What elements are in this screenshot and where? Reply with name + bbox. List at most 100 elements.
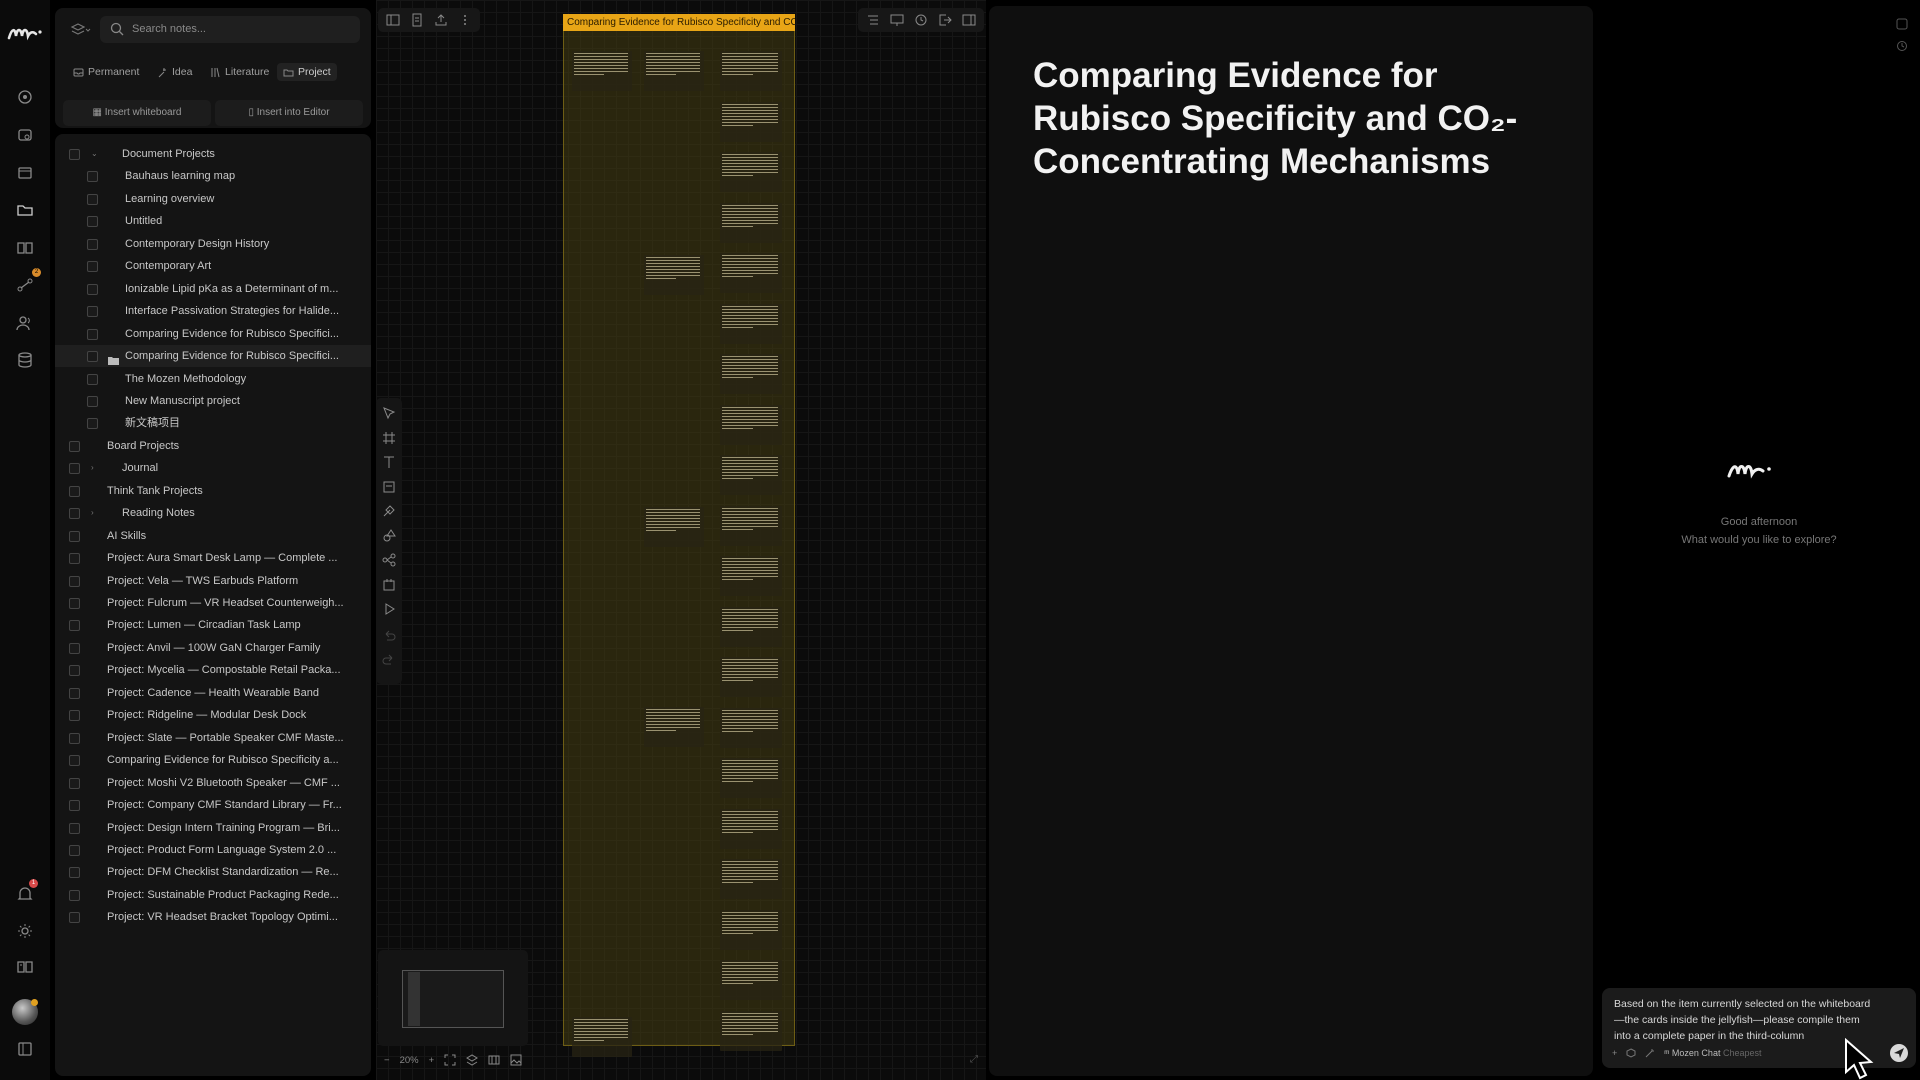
model-selector[interactable]: ᵐ Mozen Chat Cheapest: [1664, 1048, 1761, 1058]
redo-icon[interactable]: [382, 653, 396, 667]
history-icon[interactable]: [1896, 40, 1908, 52]
row-checkbox[interactable]: [69, 620, 80, 632]
whiteboard-card[interactable]: [720, 101, 782, 142]
frame-title[interactable]: Comparing Evidence for Rubisco Specifici…: [563, 14, 795, 31]
row-checkbox[interactable]: [69, 665, 80, 677]
mozen-logo-icon[interactable]: [6, 22, 46, 44]
tree-row[interactable]: Project: Cadence — Health Wearable Band: [55, 682, 371, 704]
row-checkbox[interactable]: [87, 171, 98, 183]
whiteboard-card[interactable]: [720, 606, 782, 647]
row-checkbox[interactable]: [87, 328, 98, 340]
row-checkbox[interactable]: [69, 508, 80, 520]
present-icon[interactable]: [890, 13, 904, 27]
ai-tool-icon[interactable]: [382, 504, 396, 518]
send-button[interactable]: [1890, 1044, 1908, 1062]
whiteboard-card[interactable]: [720, 556, 782, 596]
insert-editor-button[interactable]: ▯ Insert into Editor: [215, 100, 363, 126]
tree-row[interactable]: › Reading Notes: [55, 502, 371, 524]
tree-row[interactable]: Project: Mycelia — Compostable Retail Pa…: [55, 659, 371, 681]
row-checkbox[interactable]: [69, 867, 80, 879]
tree-row[interactable]: AI Skills: [55, 525, 371, 547]
workflow-icon[interactable]: [16, 276, 34, 294]
row-checkbox[interactable]: [87, 261, 98, 273]
row-checkbox[interactable]: [69, 553, 80, 565]
zoom-level[interactable]: 20%: [400, 1055, 419, 1066]
zoom-in-icon[interactable]: +: [429, 1055, 435, 1066]
tab-permanent[interactable]: Permanent: [67, 63, 145, 81]
tree-row[interactable]: Project: Lumen — Circadian Task Lamp: [55, 614, 371, 636]
expand-icon[interactable]: ⤢: [970, 1054, 978, 1065]
more-icon[interactable]: [458, 13, 472, 27]
database-icon[interactable]: [16, 351, 34, 369]
users-icon[interactable]: [16, 314, 34, 332]
tree-row[interactable]: Bauhaus learning map: [55, 165, 371, 187]
tree-row[interactable]: Project: Company CMF Standard Library — …: [55, 794, 371, 816]
row-checkbox[interactable]: [87, 351, 98, 363]
row-checkbox[interactable]: [87, 418, 98, 430]
insert-whiteboard-button[interactable]: ▦ Insert whiteboard: [63, 100, 211, 126]
whiteboard-card[interactable]: [644, 51, 704, 91]
row-checkbox[interactable]: [69, 912, 80, 924]
text-icon[interactable]: [382, 455, 396, 469]
whiteboard-card[interactable]: [644, 255, 704, 295]
undo-icon[interactable]: [382, 629, 396, 643]
note-icon[interactable]: [382, 480, 396, 494]
row-checkbox[interactable]: [69, 598, 80, 609]
cube-icon[interactable]: [1626, 1048, 1636, 1058]
whiteboard-card[interactable]: [720, 758, 782, 798]
play-icon[interactable]: [382, 602, 396, 616]
tree-row[interactable]: Project: VR Headset Bracket Topology Opt…: [55, 906, 371, 928]
chevron-down-icon[interactable]: ⌄: [91, 143, 98, 165]
whiteboard-card[interactable]: [572, 51, 632, 91]
add-icon[interactable]: +: [1612, 1048, 1617, 1058]
row-checkbox[interactable]: [87, 193, 98, 205]
vault-switcher-icon[interactable]: [69, 21, 91, 39]
whiteboard-card[interactable]: [720, 657, 782, 697]
chevron-right-icon[interactable]: ›: [91, 502, 94, 524]
tree-row[interactable]: Project: Design Intern Training Program …: [55, 817, 371, 839]
whiteboard-card[interactable]: [720, 707, 782, 748]
tree-row[interactable]: Ionizable Lipid pKa as a Determinant of …: [55, 278, 371, 300]
row-checkbox[interactable]: [69, 844, 80, 856]
row-checkbox[interactable]: [69, 777, 80, 789]
row-checkbox[interactable]: [69, 755, 80, 767]
whiteboard-card[interactable]: [720, 404, 782, 445]
row-checkbox[interactable]: [69, 800, 80, 812]
row-checkbox[interactable]: [69, 440, 80, 452]
whiteboard-card[interactable]: [720, 303, 782, 344]
tree-row[interactable]: › Journal: [55, 457, 371, 479]
row-checkbox[interactable]: [87, 395, 98, 407]
row-checkbox[interactable]: [69, 732, 80, 744]
tree-row[interactable]: Contemporary Design History: [55, 233, 371, 255]
connector-icon[interactable]: [382, 553, 396, 567]
whiteboard-card[interactable]: [720, 859, 782, 899]
whiteboard-card[interactable]: [720, 960, 782, 1000]
shapes-icon[interactable]: [382, 528, 396, 543]
tab-idea[interactable]: Idea: [151, 63, 198, 81]
row-checkbox[interactable]: [69, 463, 80, 475]
row-checkbox[interactable]: [69, 687, 80, 699]
radar-icon[interactable]: [16, 88, 34, 106]
row-checkbox[interactable]: [87, 283, 98, 295]
row-checkbox[interactable]: [87, 306, 98, 318]
layers-icon[interactable]: [16, 126, 34, 144]
image-icon[interactable]: [510, 1054, 522, 1066]
tree-row[interactable]: Comparing Evidence for Rubisco Specifici…: [55, 323, 371, 345]
jellyfish-frame[interactable]: [563, 26, 795, 1057]
tree-row[interactable]: Project: Slate — Portable Speaker CMF Ma…: [55, 727, 371, 749]
fit-view-icon[interactable]: [444, 1054, 456, 1066]
minimap[interactable]: [378, 950, 528, 1046]
tree-row[interactable]: 新文稿项目: [55, 412, 371, 434]
page-icon[interactable]: [410, 13, 424, 27]
select-icon[interactable]: [382, 406, 396, 420]
sun-icon[interactable]: [16, 922, 34, 940]
tree-row[interactable]: Board Projects: [55, 435, 371, 457]
tree-row[interactable]: The Mozen Methodology: [55, 368, 371, 390]
tab-project[interactable]: Project: [277, 63, 337, 81]
chevron-right-icon[interactable]: ›: [91, 457, 94, 479]
tree-row[interactable]: Project: Aura Smart Desk Lamp — Complete…: [55, 547, 371, 569]
tab-literature[interactable]: Literature: [204, 63, 275, 81]
tree-row[interactable]: Project: Product Form Language System 2.…: [55, 839, 371, 861]
zoom-out-icon[interactable]: −: [384, 1055, 390, 1066]
tree-row[interactable]: Learning overview: [55, 188, 371, 210]
